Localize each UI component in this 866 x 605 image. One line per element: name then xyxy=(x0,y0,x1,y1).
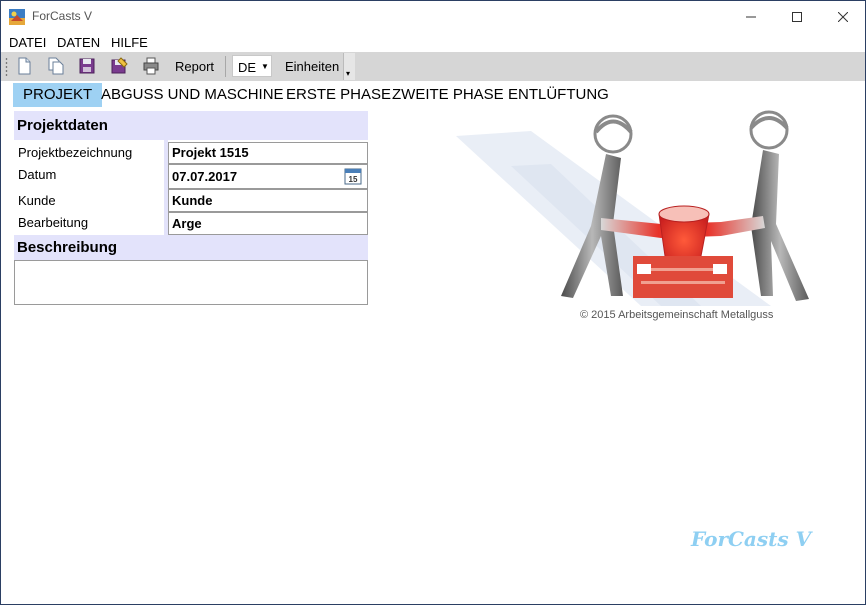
bearbeitung-label: Bearbeitung xyxy=(18,215,89,230)
maximize-icon xyxy=(792,11,802,22)
close-icon xyxy=(838,11,848,22)
minimize-button[interactable] xyxy=(728,1,774,32)
overflow-chevron-icon: ▾ xyxy=(346,69,351,78)
tab-zweite-phase[interactable]: ZWEITE PHASE xyxy=(382,83,514,107)
projektbezeichnung-value: Projekt 1515 xyxy=(172,145,249,160)
minimize-icon xyxy=(746,16,756,17)
units-button[interactable]: Einheiten xyxy=(285,59,339,74)
datum-value: 07.07.2017 xyxy=(172,169,238,184)
projektbezeichnung-label: Projektbezeichnung xyxy=(18,145,133,160)
illustration-copyright: © 2015 Arbeitsgemeinschaft Metallguss xyxy=(580,309,774,321)
datum-field[interactable]: 07.07.2017 15 xyxy=(168,164,368,189)
copy-document-icon[interactable] xyxy=(47,57,65,75)
tab-entlueftung[interactable]: ENTLÜFTUNG xyxy=(498,83,619,107)
brand-logo-text: ForCasts V xyxy=(691,527,812,551)
save-as-icon[interactable] xyxy=(110,57,128,75)
projektdaten-header: Projektdaten xyxy=(14,111,368,140)
kunde-label: Kunde xyxy=(18,193,56,208)
beschreibung-textarea[interactable] xyxy=(14,260,368,305)
tab-abguss-und-maschine[interactable]: ABGUSS UND MASCHINE xyxy=(91,83,294,107)
language-value: DE xyxy=(238,60,257,75)
datum-label: Datum xyxy=(18,167,57,182)
app-window: ForCasts V DATEI DATEN HILFE Report DE ▼… xyxy=(0,0,866,605)
menu-daten[interactable]: DATEN xyxy=(57,35,100,50)
print-icon[interactable] xyxy=(142,57,160,75)
kunde-field[interactable]: Kunde xyxy=(168,189,368,212)
app-logo-icon xyxy=(9,9,25,25)
report-button[interactable]: Report xyxy=(175,59,214,74)
title-bar: ForCasts V xyxy=(1,1,865,32)
menu-bar: DATEI DATEN HILFE xyxy=(1,32,865,52)
menu-hilfe[interactable]: HILFE xyxy=(111,35,148,50)
save-icon[interactable] xyxy=(78,57,96,75)
projektbezeichnung-field[interactable]: Projekt 1515 xyxy=(168,142,368,164)
menu-datei[interactable]: DATEI xyxy=(9,35,46,50)
foundry-workers-illustration xyxy=(456,110,809,306)
window-title: ForCasts V xyxy=(32,9,93,23)
toolbar-overflow-button[interactable]: ▾ xyxy=(343,53,355,80)
kunde-value: Kunde xyxy=(172,193,213,208)
calendar-icon[interactable]: 15 xyxy=(344,167,362,185)
maximize-button[interactable] xyxy=(774,1,820,32)
tab-projekt[interactable]: PROJEKT xyxy=(13,83,103,107)
toolbar-separator xyxy=(225,56,226,77)
bearbeitung-field[interactable]: Arge xyxy=(168,212,368,235)
new-document-icon[interactable] xyxy=(15,57,33,75)
beschreibung-header: Beschreibung xyxy=(14,235,368,260)
dropdown-arrow-icon[interactable]: ▼ xyxy=(259,56,271,76)
toolbar-grip[interactable] xyxy=(5,57,8,77)
bearbeitung-value: Arge xyxy=(172,216,202,231)
close-button[interactable] xyxy=(820,1,866,32)
svg-text:15: 15 xyxy=(349,175,358,184)
toolbar: Report DE ▼ Einheiten ▾ xyxy=(1,52,865,81)
language-select[interactable]: DE ▼ xyxy=(232,55,272,77)
